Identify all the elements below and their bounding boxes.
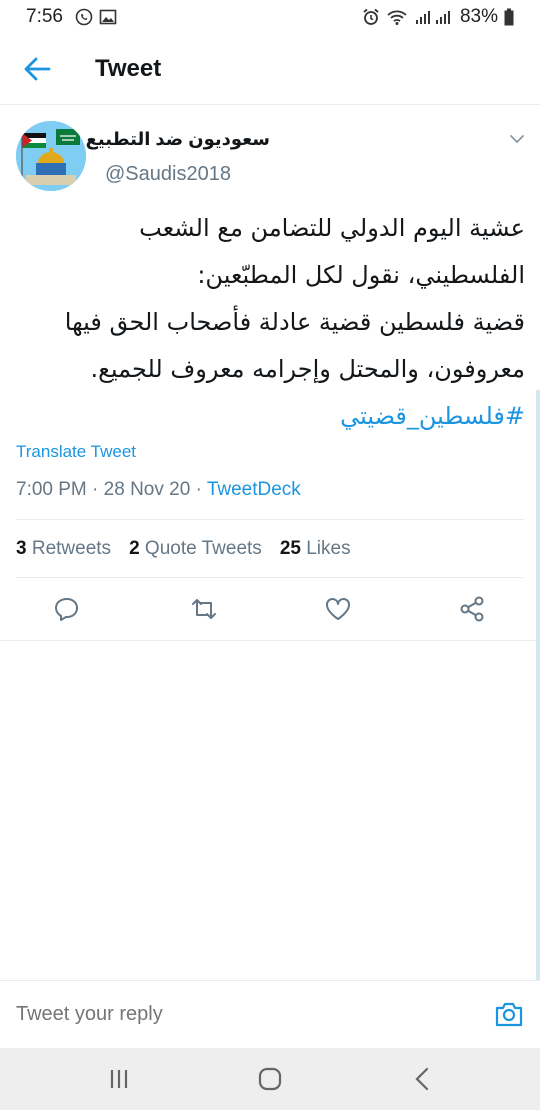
- chevron-down-icon[interactable]: [507, 132, 527, 146]
- camera-icon[interactable]: [494, 1000, 524, 1028]
- divider: [0, 640, 540, 641]
- quote-count: 2: [129, 538, 140, 559]
- tweet-stats: 3 Retweets 2 Quote Tweets 25 Likes: [16, 538, 351, 560]
- scrollbar[interactable]: [536, 390, 540, 990]
- tweet-text-line: قضية فلسطين قضية عادلة فأصحاب الحق فيها: [64, 308, 525, 336]
- tweet-meta: 7:00 PM · 28 Nov 20 · TweetDeck: [16, 479, 301, 501]
- meta-separator: ·: [92, 479, 104, 500]
- tweet-actions: [0, 585, 540, 635]
- quote-tweets-stat[interactable]: 2 Quote Tweets: [129, 538, 262, 560]
- meta-separator: ·: [195, 479, 207, 500]
- whatsapp-icon: [75, 8, 93, 26]
- likes-label: Likes: [306, 538, 351, 559]
- likes-stat[interactable]: 25 Likes: [280, 538, 351, 560]
- divider: [16, 577, 524, 578]
- quote-label: Quote Tweets: [144, 538, 262, 559]
- share-icon[interactable]: [458, 595, 486, 623]
- tweet-text-line: معروفون، والمحتل وإجرامه معروف للجميع.: [90, 355, 525, 383]
- alarm-icon: [363, 8, 379, 25]
- status-bar: 7:56 83%: [0, 0, 540, 34]
- back-nav-icon[interactable]: [410, 1066, 436, 1092]
- divider: [16, 519, 524, 520]
- like-heart-icon[interactable]: [324, 595, 352, 623]
- system-nav-bar: [0, 1048, 540, 1110]
- home-icon[interactable]: [257, 1066, 283, 1092]
- battery-icon: [504, 8, 514, 26]
- gallery-icon: [99, 9, 117, 25]
- page-title: Tweet: [95, 55, 162, 82]
- status-time: 7:56: [26, 6, 63, 27]
- author-name[interactable]: سعوديون ضد التطبيع: [86, 129, 270, 150]
- tweet-text: عشية اليوم الدولي للتضامن مع الشعب الفلس…: [15, 205, 525, 440]
- likes-count: 25: [279, 538, 301, 559]
- tweet-text-line: الفلسطيني، نقول لكل المطبّعين:: [197, 261, 525, 289]
- retweets-stat[interactable]: 3 Retweets: [16, 538, 111, 560]
- avatar-image: [16, 121, 86, 191]
- back-arrow-icon[interactable]: [22, 55, 52, 83]
- retweet-icon[interactable]: [190, 595, 218, 623]
- tweet-text-line: عشية اليوم الدولي للتضامن مع الشعب: [139, 214, 525, 242]
- tweet-source-link[interactable]: TweetDeck: [207, 479, 301, 500]
- wifi-icon: [387, 10, 407, 25]
- author-handle[interactable]: @Saudis2018: [105, 163, 231, 186]
- reply-icon[interactable]: [53, 595, 81, 623]
- app-header: Tweet: [0, 34, 540, 105]
- reply-bar: [0, 980, 540, 1049]
- reply-input[interactable]: [16, 1003, 446, 1026]
- battery-percent: 83%: [459, 6, 498, 27]
- retweets-label: Retweets: [31, 538, 112, 559]
- tweet-time: 7:00 PM: [16, 479, 87, 500]
- retweets-count: 3: [16, 538, 27, 559]
- translate-tweet-link[interactable]: Translate Tweet: [16, 442, 136, 462]
- hashtag-link[interactable]: #فلسطين_قضيتي: [15, 393, 525, 440]
- recent-apps-icon[interactable]: [106, 1066, 132, 1092]
- tweet-date: 28 Nov 20: [103, 479, 191, 500]
- signal-icon: [415, 11, 450, 24]
- avatar[interactable]: [16, 121, 86, 191]
